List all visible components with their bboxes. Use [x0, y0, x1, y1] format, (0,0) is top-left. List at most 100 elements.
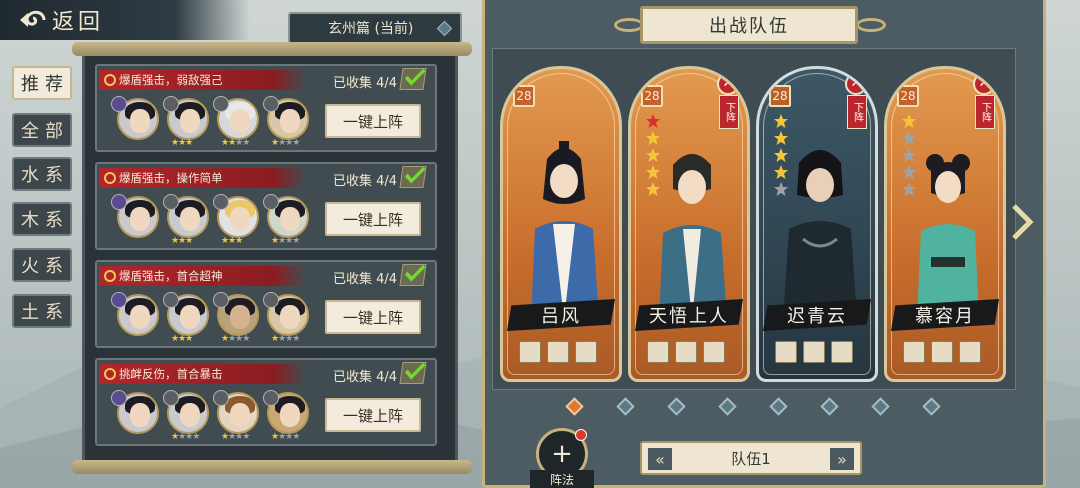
tab-earth[interactable]: 土系	[12, 294, 72, 328]
element-icon	[163, 292, 179, 308]
hero-level: 28	[513, 85, 535, 107]
lineup-tag-text: 爆盾强击，弱敌强己	[119, 73, 223, 87]
lineup-tag-text: 爆盾强击，首合超神	[119, 269, 223, 283]
tab-fire[interactable]: 火系	[12, 248, 72, 282]
page-dot[interactable]	[616, 397, 635, 416]
page-dot[interactable]	[667, 397, 686, 416]
chevron-double-left-icon[interactable]: «	[648, 448, 672, 470]
one-click-deploy-button[interactable]: 一键上阵	[325, 398, 421, 432]
check-icon	[399, 68, 427, 90]
lineup-tag-text: 爆盾强击，操作简单	[119, 171, 223, 185]
hero-card[interactable]: 28 ✕ 下阵 迟青云	[756, 66, 878, 382]
back-button[interactable]: 返回	[0, 0, 250, 40]
lineup-tag: 爆盾强击，操作简单	[99, 168, 305, 188]
chevron-double-right-icon[interactable]: »	[830, 448, 854, 470]
notification-dot	[575, 429, 587, 441]
one-click-deploy-button[interactable]: 一键上阵	[325, 202, 421, 236]
lineup-card: 爆盾强击，弱敌强己 已收集 4/4 ★★★ ★★★★ ★★★★ 一键上阵	[95, 64, 437, 152]
equipment-icon[interactable]	[959, 341, 981, 363]
panel-title: 出战队伍	[640, 6, 858, 44]
equipment-icon[interactable]	[703, 341, 725, 363]
hero-level: 28	[769, 85, 791, 107]
element-icon	[163, 390, 179, 406]
collected-count: 已收集 4/4	[332, 272, 397, 287]
collected-count: 已收集 4/4	[332, 370, 397, 385]
tab-wood[interactable]: 木系	[12, 202, 72, 236]
equipment-slots	[903, 341, 981, 363]
star-rating: ★★★★	[221, 138, 250, 148]
remove-hero-button[interactable]: 下阵	[847, 95, 867, 129]
page-dot[interactable]	[718, 397, 737, 416]
star-rating: ★★★★	[221, 334, 250, 344]
equipment-icon[interactable]	[547, 341, 569, 363]
collected-count: 已收集 4/4	[332, 174, 397, 189]
scroll-rod-bottom	[72, 460, 472, 474]
lineup-tag-text: 挑衅反伤，首合暴击	[119, 367, 223, 381]
element-icon	[263, 292, 279, 308]
star-rating: ★★★	[221, 236, 243, 246]
hero-portrait	[659, 154, 727, 319]
element-icon	[111, 194, 127, 210]
hero-card[interactable]: 28 ✕ 下阵 慕容月	[884, 66, 1006, 382]
equipment-icon[interactable]	[519, 341, 541, 363]
equipment-icon[interactable]	[775, 341, 797, 363]
lineup-tag: 爆盾强击，首合超神	[99, 266, 305, 286]
page-dot[interactable]	[871, 397, 890, 416]
hero-portrait	[783, 150, 857, 319]
magnifier-icon	[104, 368, 116, 380]
element-icon	[111, 292, 127, 308]
close-icon[interactable]: ✕	[845, 73, 867, 95]
star-rating: ★★★★	[271, 138, 300, 148]
element-icon	[213, 96, 229, 112]
hero-card[interactable]: 28 吕风	[500, 66, 622, 382]
chevron-right-icon[interactable]	[1010, 202, 1034, 242]
tab-all[interactable]: 全部	[12, 113, 72, 147]
lineup-card: 挑衅反伤，首合暴击 已收集 4/4 ★★★★ ★★★★ ★★★★ 一键上阵	[95, 358, 437, 446]
element-icon	[263, 96, 279, 112]
magnifier-icon	[104, 74, 116, 86]
close-icon[interactable]: ✕	[717, 73, 739, 95]
equipment-slots	[519, 341, 597, 363]
formation-label: 阵法	[530, 470, 594, 488]
equipment-icon[interactable]	[803, 341, 825, 363]
star-rating: ★★★★	[171, 432, 200, 442]
page-dot[interactable]	[565, 397, 584, 416]
element-icon	[111, 390, 127, 406]
star-rating: ★★★	[171, 334, 193, 344]
page-dot[interactable]	[820, 397, 839, 416]
equipment-slots	[647, 341, 725, 363]
page-dot[interactable]	[769, 397, 788, 416]
element-icon	[213, 292, 229, 308]
team-label: 队伍1	[731, 449, 771, 468]
cloud-ornament-icon	[856, 18, 886, 32]
team-switcher: « 队伍1 »	[640, 441, 862, 475]
one-click-deploy-button[interactable]: 一键上阵	[325, 300, 421, 334]
star-rating: ★★★★	[271, 334, 300, 344]
page-indicator	[560, 397, 950, 416]
equipment-icon[interactable]	[647, 341, 669, 363]
lineup-tag: 爆盾强击，弱敌强己	[99, 70, 305, 90]
magnifier-icon	[104, 172, 116, 184]
element-icon	[213, 390, 229, 406]
remove-hero-button[interactable]: 下阵	[975, 95, 995, 129]
equipment-icon[interactable]	[903, 341, 925, 363]
star-rating: ★★★★	[271, 236, 300, 246]
close-icon[interactable]: ✕	[973, 73, 995, 95]
remove-hero-button[interactable]: 下阵	[719, 95, 739, 129]
equipment-icon[interactable]	[675, 341, 697, 363]
chapter-selector[interactable]: 玄州篇 (当前)	[288, 12, 462, 44]
star-rating: ★★★★	[271, 432, 300, 442]
page-dot[interactable]	[922, 397, 941, 416]
equipment-icon[interactable]	[831, 341, 853, 363]
tab-recommend[interactable]: 推荐	[12, 66, 72, 100]
star-rating: ★★★★	[221, 432, 250, 442]
element-icon	[163, 194, 179, 210]
element-icon	[163, 96, 179, 112]
hero-card[interactable]: 28 ✕ 下阵 天悟上人	[628, 66, 750, 382]
tab-water[interactable]: 水系	[12, 157, 72, 191]
lineup-card: 爆盾强击，首合超神 已收集 4/4 ★★★ ★★★★ ★★★★ 一键上阵	[95, 260, 437, 348]
equipment-icon[interactable]	[575, 341, 597, 363]
check-icon	[399, 264, 427, 286]
one-click-deploy-button[interactable]: 一键上阵	[325, 104, 421, 138]
equipment-icon[interactable]	[931, 341, 953, 363]
